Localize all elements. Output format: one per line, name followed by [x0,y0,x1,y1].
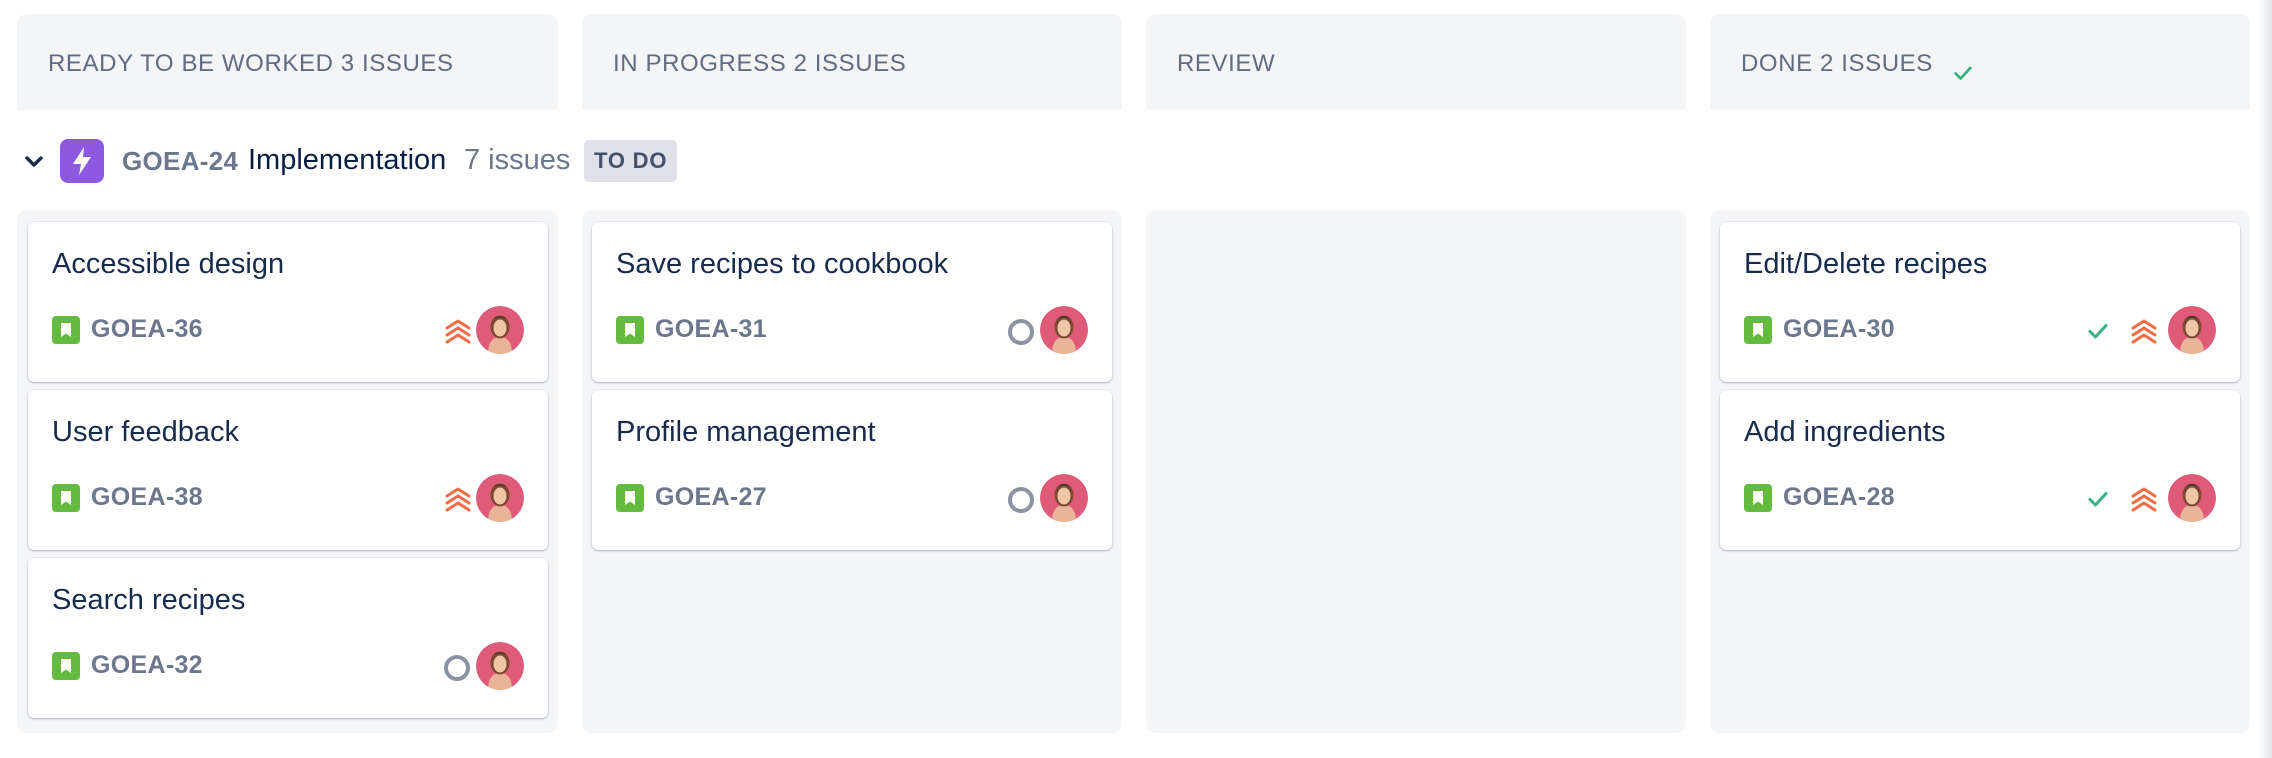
assignee-avatar[interactable] [476,474,524,522]
issue-card[interactable]: Accessible design GOEA-36 [28,222,548,382]
card-summary: Accessible design [52,248,285,280]
story-icon [1744,316,1772,344]
done-column-check-icon [1954,66,1972,80]
card-key: GOEA-32 [91,651,203,679]
done-check-icon [2085,486,2111,512]
card-summary: Profile management [616,416,876,448]
column-header-in-progress[interactable]: IN PROGRESS 2 ISSUES [582,14,1122,110]
column-title: REVIEW [1177,50,1276,77]
assignee-avatar[interactable] [476,306,524,354]
issue-card[interactable]: Profile management GOEA-27 [592,390,1112,550]
column-title: READY TO BE WORKED 3 ISSUES [48,50,454,77]
issue-card[interactable]: Save recipes to cookbook GOEA-31 [592,222,1112,382]
card-summary: Add ingredients [1744,416,1946,448]
card-summary: User feedback [52,416,239,448]
priority-highest-icon [2128,482,2160,514]
open-status-circle-icon [444,655,470,681]
issue-card[interactable]: User feedback GOEA-38 [28,390,548,550]
card-key: GOEA-38 [91,483,203,511]
card-key: GOEA-27 [655,483,767,511]
chevron-down-icon[interactable] [22,150,46,174]
story-icon [52,652,80,680]
column-body-review [1146,210,1686,733]
assignee-avatar[interactable] [1040,474,1088,522]
card-key: GOEA-36 [91,315,203,343]
epic-status-lozenge: TO DO [584,140,678,182]
card-key: GOEA-30 [1783,315,1895,343]
priority-highest-icon [2128,314,2160,346]
priority-highest-icon [442,314,474,346]
column-title: DONE 2 ISSUES [1741,50,1933,77]
story-icon [52,484,80,512]
assignee-avatar[interactable] [476,642,524,690]
epic-name: Implementation [248,144,447,176]
done-check-icon [2085,318,2111,344]
epic-issue-count: 7 issues [464,144,571,176]
column-header-ready[interactable]: READY TO BE WORKED 3 ISSUES [17,14,558,110]
assignee-avatar[interactable] [2168,474,2216,522]
open-status-circle-icon [1008,319,1034,345]
card-key: GOEA-31 [655,315,767,343]
issue-card[interactable]: Add ingredients GOEA-28 [1720,390,2240,550]
issue-card[interactable]: Search recipes GOEA-32 [28,558,548,718]
assignee-avatar[interactable] [2168,306,2216,354]
story-icon [616,316,644,344]
story-icon [616,484,644,512]
card-key: GOEA-28 [1783,483,1895,511]
story-icon [52,316,80,344]
column-header-done[interactable]: DONE 2 ISSUES [1710,14,2250,110]
priority-highest-icon [442,482,474,514]
horizontal-scroll-edge [2258,0,2272,758]
card-summary: Search recipes [52,584,246,616]
column-title: IN PROGRESS 2 ISSUES [613,50,907,77]
column-header-review[interactable]: REVIEW [1146,14,1686,110]
assignee-avatar[interactable] [1040,306,1088,354]
card-summary: Save recipes to cookbook [616,248,949,280]
card-summary: Edit/Delete recipes [1744,248,1988,280]
open-status-circle-icon [1008,487,1034,513]
issue-card[interactable]: Edit/Delete recipes GOEA-30 [1720,222,2240,382]
lightning-icon [60,139,104,183]
epic-key-link[interactable]: GOEA-24 [122,146,238,177]
story-icon [1744,484,1772,512]
epic-swimlane: GOEA-24 Implementation 7 issues TO DO [0,133,2272,189]
